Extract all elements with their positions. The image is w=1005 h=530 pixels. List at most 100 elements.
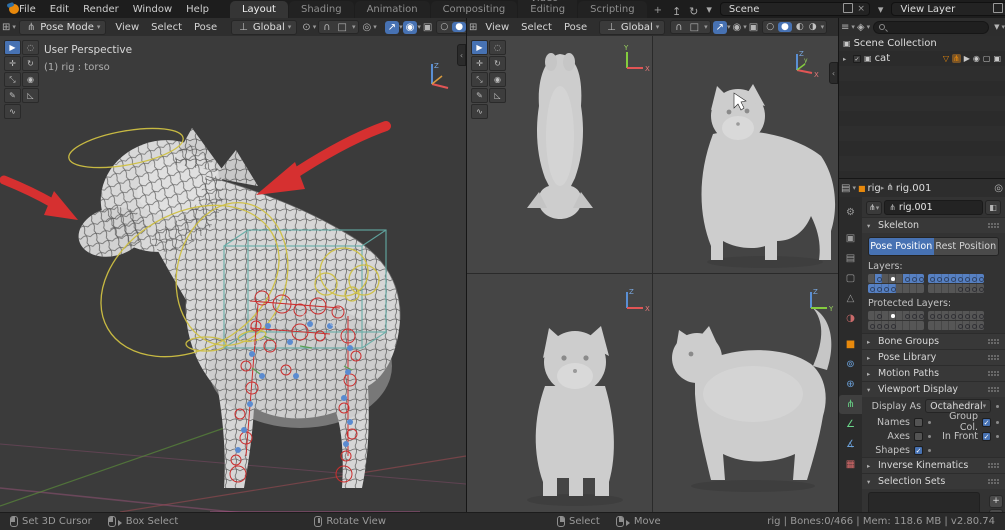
layer-toggle[interactable]: [977, 321, 984, 330]
layer-toggle[interactable]: [977, 311, 984, 320]
scene-name[interactable]: Scene: [723, 4, 843, 15]
armature-data-icon[interactable]: ⋔: [952, 54, 961, 63]
layer-toggle[interactable]: [889, 311, 896, 320]
hide-render-icon[interactable]: ▣: [993, 54, 1001, 63]
layer-toggle[interactable]: [896, 321, 903, 330]
tool-pose-breakdowner[interactable]: ∿: [471, 104, 488, 119]
layer-toggle[interactable]: [882, 284, 889, 293]
breadcrumb-object[interactable]: rig: [868, 183, 881, 194]
viewport-quad[interactable]: ⊞ View Select Pose ⊥ Global ▾ ∩ □ ▾ ↗ ▾ …: [467, 18, 838, 512]
mode-dropdown[interactable]: ⋔ Pose Mode ▾: [18, 19, 107, 35]
layer-toggle[interactable]: [928, 321, 935, 330]
layer-toggle[interactable]: [949, 311, 956, 320]
outliner-row-cat[interactable]: ▸ ✓ ▣ cat ▽ ⋔ ▶ ◉ ▢ ▣: [839, 51, 1005, 66]
layer-toggle[interactable]: [970, 284, 977, 293]
pose-position-button[interactable]: Pose Position: [869, 238, 934, 255]
layer-toggle[interactable]: [896, 274, 903, 283]
shading-material-icon[interactable]: ◐: [795, 22, 805, 32]
layer-toggle[interactable]: [903, 274, 910, 283]
layer-toggle[interactable]: [942, 311, 949, 320]
animate-dot[interactable]: [928, 448, 931, 452]
layer-toggle[interactable]: [949, 274, 956, 283]
tab-layout[interactable]: Layout: [229, 1, 288, 18]
tab-bone[interactable]: ∠: [839, 415, 862, 434]
fake-user-shield-button[interactable]: ◧: [985, 200, 1001, 215]
tab-texture[interactable]: ▦: [839, 455, 862, 474]
layer-toggle[interactable]: [935, 274, 942, 283]
layer-toggle[interactable]: [889, 284, 896, 293]
chevron-down-icon[interactable]: ▾: [867, 23, 871, 31]
snap-target-icon[interactable]: □: [688, 22, 701, 33]
tab-scripting[interactable]: Scripting: [578, 1, 647, 18]
tab-tool[interactable]: ⚙: [839, 203, 862, 222]
layer-toggle[interactable]: [928, 274, 935, 283]
tool-annotate[interactable]: ✎: [471, 88, 488, 103]
proportional-editing-icon[interactable]: ◎: [361, 22, 374, 33]
scene-selector[interactable]: Scene ×: [719, 2, 870, 16]
layer-toggle[interactable]: [868, 284, 875, 293]
layer-toggle[interactable]: [910, 321, 917, 330]
tool-transform[interactable]: ◉: [22, 72, 39, 87]
shading-rendered-icon[interactable]: ◑: [808, 22, 818, 32]
selectable-icon[interactable]: ▶: [964, 54, 970, 63]
layer-toggle[interactable]: [977, 284, 984, 293]
tool-pose-breakdowner[interactable]: ∿: [4, 104, 21, 119]
tool-move[interactable]: ✛: [471, 56, 488, 71]
editor-type-icon[interactable]: ▤: [839, 183, 852, 194]
layer-toggle[interactable]: [882, 274, 889, 283]
chevron-down-icon[interactable]: ▾: [821, 23, 825, 31]
add-workspace-button[interactable]: +: [648, 3, 668, 18]
layer-toggle[interactable]: [977, 274, 984, 283]
outliner-row-scene-collection[interactable]: ▣ Scene Collection: [839, 36, 1005, 51]
layer-toggle[interactable]: [889, 274, 896, 283]
editor-type-icon[interactable]: ≡: [839, 22, 851, 33]
tool-measure[interactable]: ◺: [489, 88, 506, 103]
viewport-main[interactable]: ⊞ ▾ ⋔ Pose Mode ▾ View Select Pose ⊥ Glo…: [0, 18, 466, 512]
editor-type-icon[interactable]: ⊞: [0, 22, 12, 33]
panel-grip-icon[interactable]: [988, 338, 1000, 345]
layer-toggle[interactable]: [903, 284, 910, 293]
editor-type-chevron-icon[interactable]: ▾: [12, 23, 16, 31]
panel-inverse-kinematics[interactable]: ▸ Inverse Kinematics: [862, 457, 1005, 473]
panel-viewport-display[interactable]: ▾ Viewport Display: [862, 381, 1005, 397]
in-front-checkbox[interactable]: ✓: [982, 431, 991, 441]
display-mode-icon[interactable]: ◈: [855, 22, 867, 33]
panel-motion-paths[interactable]: ▸ Motion Paths: [862, 365, 1005, 381]
tool-rotate[interactable]: ↻: [22, 56, 39, 71]
tool-scale[interactable]: ⤡: [471, 72, 488, 87]
snap-target-icon[interactable]: □: [336, 22, 349, 33]
group-colors-checkbox[interactable]: ✓: [982, 417, 991, 427]
tool-move[interactable]: ✛: [4, 56, 21, 71]
names-checkbox[interactable]: [914, 417, 923, 427]
view-layer-browse-icon[interactable]: ▾: [874, 3, 888, 16]
quad-front-view[interactable]: Z X: [467, 274, 652, 512]
rest-position-button[interactable]: Rest Position: [933, 238, 998, 255]
layer-toggle[interactable]: [910, 274, 917, 283]
outliner-search-input[interactable]: [873, 20, 990, 34]
snap-magnet-icon[interactable]: ∩: [673, 22, 684, 33]
menu-edit[interactable]: Edit: [43, 2, 76, 17]
armature-browse-dropdown[interactable]: ⋔ ▾: [866, 200, 883, 215]
collection-checkbox[interactable]: ✓: [853, 54, 861, 63]
tab-scene[interactable]: △: [839, 289, 862, 308]
layer-toggle[interactable]: [956, 274, 963, 283]
tab-render[interactable]: ▣: [839, 229, 862, 248]
tab-world[interactable]: ◑: [839, 309, 862, 328]
layer-toggle[interactable]: [970, 321, 977, 330]
layer-toggle[interactable]: [942, 274, 949, 283]
tab-output[interactable]: ▤: [839, 249, 862, 268]
chevron-down-icon[interactable]: ▾: [352, 23, 356, 31]
menu-render[interactable]: Render: [76, 2, 126, 17]
layer-toggle[interactable]: [875, 274, 882, 283]
layer-toggle[interactable]: [910, 311, 917, 320]
layer-toggle[interactable]: [935, 321, 942, 330]
view-layer-name[interactable]: View Layer: [894, 4, 992, 15]
disclosure-icon[interactable]: ▸: [843, 55, 850, 63]
tool-select-box[interactable]: ▶: [471, 40, 488, 55]
tab-compositing[interactable]: Compositing: [430, 1, 518, 18]
pin-icon[interactable]: ◎: [992, 183, 1005, 194]
gizmo-toggle-icon[interactable]: ↗: [712, 20, 727, 34]
chevron-down-icon[interactable]: ▾: [373, 23, 377, 31]
layer-toggle[interactable]: [970, 274, 977, 283]
shading-solid-icon[interactable]: ●: [778, 22, 792, 32]
